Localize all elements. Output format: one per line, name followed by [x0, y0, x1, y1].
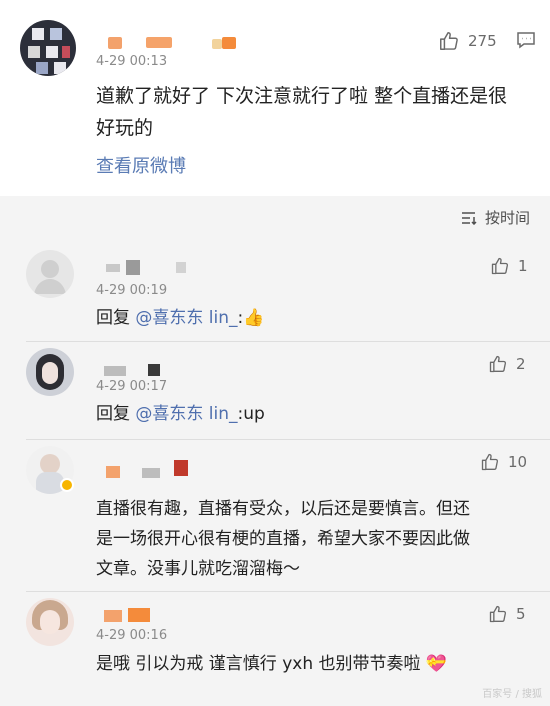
reply-text: 直播很有趣，直播有受众，以后还是要慎言。但还 是一场很开心很有梗的直播，希望大家…: [96, 499, 470, 579]
reply-item: 4-29 00:19 1 回复 @喜东东 lin_:👍: [0, 244, 550, 342]
default-avatar-icon: [34, 260, 66, 294]
like-button[interactable]: 275: [438, 30, 497, 52]
sort-by-time-toggle[interactable]: 按时间: [461, 207, 530, 228]
reply-text: 回复 @喜东东 lin_:👍: [96, 308, 265, 328]
username-redacted[interactable]: [96, 35, 246, 51]
verified-badge: [60, 478, 74, 492]
weibo-comment-page: 4-29 00:13 275 道歉了就好了 下次注意就行了啦 整个直播还是很 好…: [0, 0, 550, 706]
username-redacted[interactable]: [100, 608, 170, 624]
like-button[interactable]: 2: [488, 354, 526, 374]
sort-icon: [461, 211, 477, 225]
reply-time: 4-29 00:19: [96, 283, 168, 298]
comment-icon[interactable]: [516, 31, 536, 49]
username-redacted[interactable]: [100, 458, 194, 480]
reply-item: 4-29 00:17 2 回复 @喜东东 lin_:up: [0, 342, 550, 440]
reply-item: 10 直播很有趣，直播有受众，以后还是要慎言。但还 是一场很开心很有梗的直播，希…: [0, 440, 550, 592]
view-original-weibo-link[interactable]: 查看原微博: [96, 152, 186, 178]
like-count: 5: [516, 605, 526, 623]
reply-item: 4-29 00:16 5 是哦 引以为戒 谨言慎行 yxh 也别带节奏啦 💝: [0, 592, 550, 692]
username-redacted[interactable]: [100, 362, 180, 378]
reply-time: 4-29 00:16: [96, 628, 168, 643]
like-count: 1: [518, 257, 528, 275]
like-button[interactable]: 10: [480, 452, 527, 472]
like-count: 10: [508, 453, 528, 471]
post-time: 4-29 00:13: [96, 54, 168, 69]
reply-text: 是哦 引以为戒 谨言慎行 yxh 也别带节奏啦 💝: [96, 654, 448, 674]
avatar[interactable]: [26, 598, 74, 646]
thumb-up-icon: [440, 32, 458, 50]
reply-text: 回复 @喜东东 lin_:up: [96, 404, 265, 424]
avatar[interactable]: [26, 348, 74, 396]
like-count: 275: [468, 32, 497, 50]
avatar[interactable]: [20, 20, 76, 76]
sort-label: 按时间: [484, 209, 530, 227]
watermark: 百家号 / 搜狐: [482, 689, 542, 700]
like-button[interactable]: 5: [488, 604, 526, 624]
thumb-up-icon: [489, 355, 507, 373]
user-mention-link[interactable]: @喜东东 lin_: [135, 404, 237, 424]
like-count: 2: [516, 355, 526, 373]
like-button[interactable]: 1: [490, 256, 528, 276]
avatar[interactable]: [26, 250, 74, 298]
reply-time: 4-29 00:17: [96, 379, 168, 394]
comment-text: 道歉了就好了 下次注意就行了啦 整个直播还是很 好玩的: [96, 85, 508, 139]
username-redacted[interactable]: [100, 260, 190, 276]
original-comment-card: 4-29 00:13 275 道歉了就好了 下次注意就行了啦 整个直播还是很 好…: [0, 0, 550, 196]
thumb-up-icon: [489, 605, 507, 623]
thumb-up-icon: [491, 257, 509, 275]
thumb-up-icon: [481, 453, 499, 471]
user-mention-link[interactable]: @喜东东 lin_: [135, 308, 237, 328]
